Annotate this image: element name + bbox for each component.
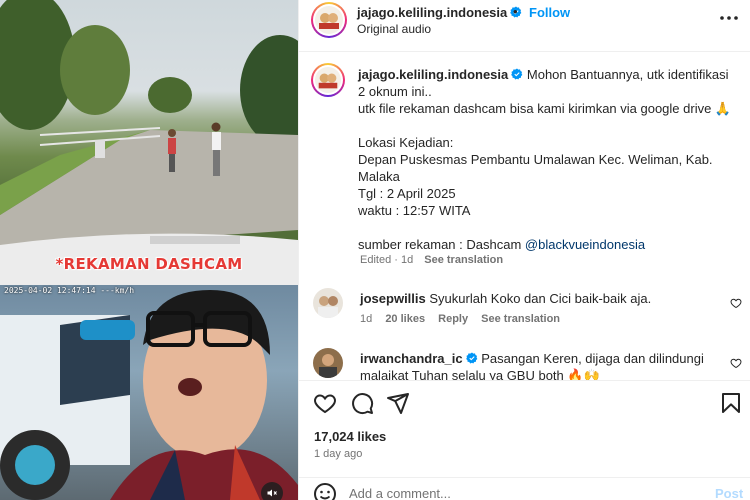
post-panel: jajago.keliling.indonesia • Follow Origi… (298, 0, 750, 500)
caption-text: jajago.keliling.indonesia Mohon Bantuann… (358, 66, 738, 253)
comment-likes[interactable]: 20 likes (385, 313, 425, 325)
dashcam-timestamp: 2025-04-02 12:47:14 ---km/h (4, 286, 135, 295)
see-translation-link[interactable]: See translation (424, 254, 503, 266)
dashcam-scene-illustration (0, 0, 298, 285)
comment-icon[interactable] (350, 391, 374, 415)
comment-username[interactable]: josepwillis (360, 291, 426, 306)
more-options-icon[interactable] (717, 8, 741, 28)
bookmark-icon[interactable] (719, 391, 743, 415)
post-media[interactable]: *REKAMAN DASHCAM 2025-04-02 12:47:14 ---… (0, 0, 298, 500)
comment-age: 1d (360, 313, 373, 325)
mention-link[interactable]: @blackvueindonesia (525, 237, 645, 252)
post-actions-bar: 17,024 likes 1 day ago Add a comment... … (299, 380, 750, 500)
edited-label: Edited · 1d (360, 254, 414, 266)
comment-avatar[interactable] (313, 348, 343, 378)
comment-like-heart-icon[interactable] (730, 357, 742, 369)
emoji-icon[interactable] (313, 482, 337, 500)
selfie-frame (0, 285, 298, 500)
comment-text: irwanchandra_ic Pasangan Keren, dijaga d… (360, 350, 720, 384)
like-count[interactable]: 17,024 likes (314, 429, 386, 444)
caption-line: Tgl : 2 April 2025 (358, 186, 456, 201)
post-comment-button[interactable]: Post (715, 486, 743, 500)
caption-line (358, 219, 738, 236)
avatar-image (313, 348, 343, 378)
caption-avatar[interactable] (311, 63, 345, 97)
see-translation-link[interactable]: See translation (481, 313, 560, 325)
caption-line: waktu : 12:57 WITA (358, 203, 471, 218)
add-comment-row: Add a comment... Post (299, 477, 750, 500)
caption-meta: Edited · 1d See translation (360, 254, 503, 266)
comment-text: josepwillis Syukurlah Koko dan Cici baik… (360, 290, 720, 307)
header-separator: • (513, 4, 518, 19)
avatar-image (313, 288, 343, 318)
share-icon[interactable] (386, 391, 410, 415)
comment-avatar[interactable] (313, 288, 343, 318)
post-header: jajago.keliling.indonesia • Follow Origi… (299, 0, 750, 52)
mute-icon (267, 489, 277, 497)
caption-line: sumber rekaman : Dashcam (358, 237, 522, 252)
caption-line (358, 117, 738, 134)
dashcam-frame (0, 0, 298, 285)
post-time-ago[interactable]: 1 day ago (314, 448, 362, 460)
comment-username[interactable]: irwanchandra_ic (360, 351, 463, 366)
dashcam-overlay-title: *REKAMAN DASHCAM (55, 255, 243, 273)
author-avatar[interactable] (311, 2, 347, 38)
verified-badge-icon (465, 352, 477, 364)
avatar-image (315, 6, 343, 34)
selfie-scene-illustration (0, 290, 298, 500)
original-audio-link[interactable]: Original audio (357, 22, 431, 36)
caption-line: Depan Puskesmas Pembantu Umalawan Kec. W… (358, 152, 713, 184)
add-comment-input[interactable]: Add a comment... (349, 486, 451, 500)
caption-line: Lokasi Kejadian: (358, 135, 454, 150)
reply-link[interactable]: Reply (438, 313, 468, 325)
caption-line: utk file rekaman dashcam bisa kami kirim… (358, 101, 732, 116)
heart-icon[interactable] (313, 391, 337, 415)
follow-button[interactable]: Follow (529, 5, 570, 20)
mute-button[interactable] (261, 482, 283, 500)
verified-badge-icon (511, 68, 523, 80)
caption-username[interactable]: jajago.keliling.indonesia (358, 67, 508, 82)
comment-meta: 1d 20 likes Reply See translation (360, 313, 560, 325)
avatar-image (315, 67, 341, 93)
author-username[interactable]: jajago.keliling.indonesia (357, 5, 522, 20)
comment-like-heart-icon[interactable] (730, 297, 742, 309)
comment-body: Syukurlah Koko dan Cici baik-baik aja. (429, 291, 652, 306)
